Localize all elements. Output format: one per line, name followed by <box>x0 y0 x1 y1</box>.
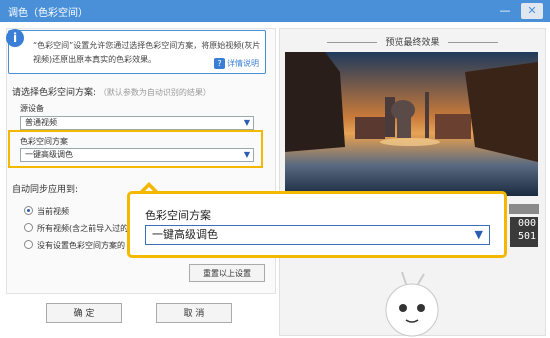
source-device-select[interactable]: 普通视频 ▼ <box>20 116 254 130</box>
callout-label: 色彩空间方案 <box>145 209 211 222</box>
timecode-line-1: 000 <box>517 218 536 229</box>
help-link[interactable]: ? 详情说明 <box>214 58 259 69</box>
chevron-down-icon: ▼ <box>243 118 250 127</box>
color-scheme-select[interactable]: 一键高级调色 ▼ <box>20 148 254 162</box>
chevron-down-icon: ▼ <box>474 228 483 241</box>
help-icon: ? <box>214 58 225 69</box>
source-device-value: 普通视频 <box>25 118 57 127</box>
info-box: i “色彩空间”设置允许您通过选择色彩空间方案，将原始视频(灰片视频)还原出原本… <box>6 29 266 74</box>
timecode-line-2: 501 <box>517 231 536 242</box>
window-title: 调色（色彩空间） <box>8 8 88 19</box>
cancel-button[interactable]: 取 消 <box>156 303 232 323</box>
callout-value: 一键高级调色 <box>152 228 218 241</box>
mascot-icon <box>385 271 439 337</box>
info-icon: i <box>6 29 24 47</box>
sync-label: 自动同步应用到: <box>12 185 79 195</box>
sync-option-all: 所有视频(含之前导入过的 <box>37 224 129 233</box>
sync-radio-unset[interactable] <box>24 240 33 249</box>
ok-button[interactable]: 确 定 <box>46 303 122 323</box>
sync-option-unset: 没有设置色彩空间方案的 <box>37 241 125 250</box>
callout-select[interactable]: 一键高级调色 ▼ <box>145 225 490 245</box>
scheme-section-hint: （默认参数为自动识别的结果） <box>98 88 211 97</box>
timecode: 000 501 <box>510 217 538 247</box>
minimize-icon[interactable]: — <box>494 3 516 19</box>
reset-button[interactable]: 重置以上设置 <box>189 264 265 282</box>
color-scheme-callout: 色彩空间方案 一键高级调色 ▼ <box>127 191 507 258</box>
preview-title: 预览最终效果 <box>280 35 545 48</box>
sync-option-current: 当前视频 <box>37 207 69 216</box>
source-device-label: 源设备 <box>20 104 44 113</box>
venice-sunset-image <box>285 52 538 196</box>
preview-image <box>285 52 538 196</box>
scheme-section-heading: 请选择色彩空间方案: （默认参数为自动识别的结果） <box>12 85 211 98</box>
close-icon[interactable]: ✕ <box>521 3 543 19</box>
title-bar: 调色（色彩空间） — ✕ <box>0 0 550 22</box>
chevron-down-icon: ▼ <box>243 150 250 159</box>
scheme-section-label: 请选择色彩空间方案: <box>12 88 97 98</box>
color-scheme-label: 色彩空间方案 <box>20 137 68 146</box>
progress-strip <box>509 204 539 214</box>
help-label: 详情说明 <box>227 59 259 68</box>
color-scheme-value: 一键高级调色 <box>25 150 73 159</box>
sync-radio-current[interactable] <box>24 206 33 215</box>
sync-radio-all[interactable] <box>24 223 33 232</box>
